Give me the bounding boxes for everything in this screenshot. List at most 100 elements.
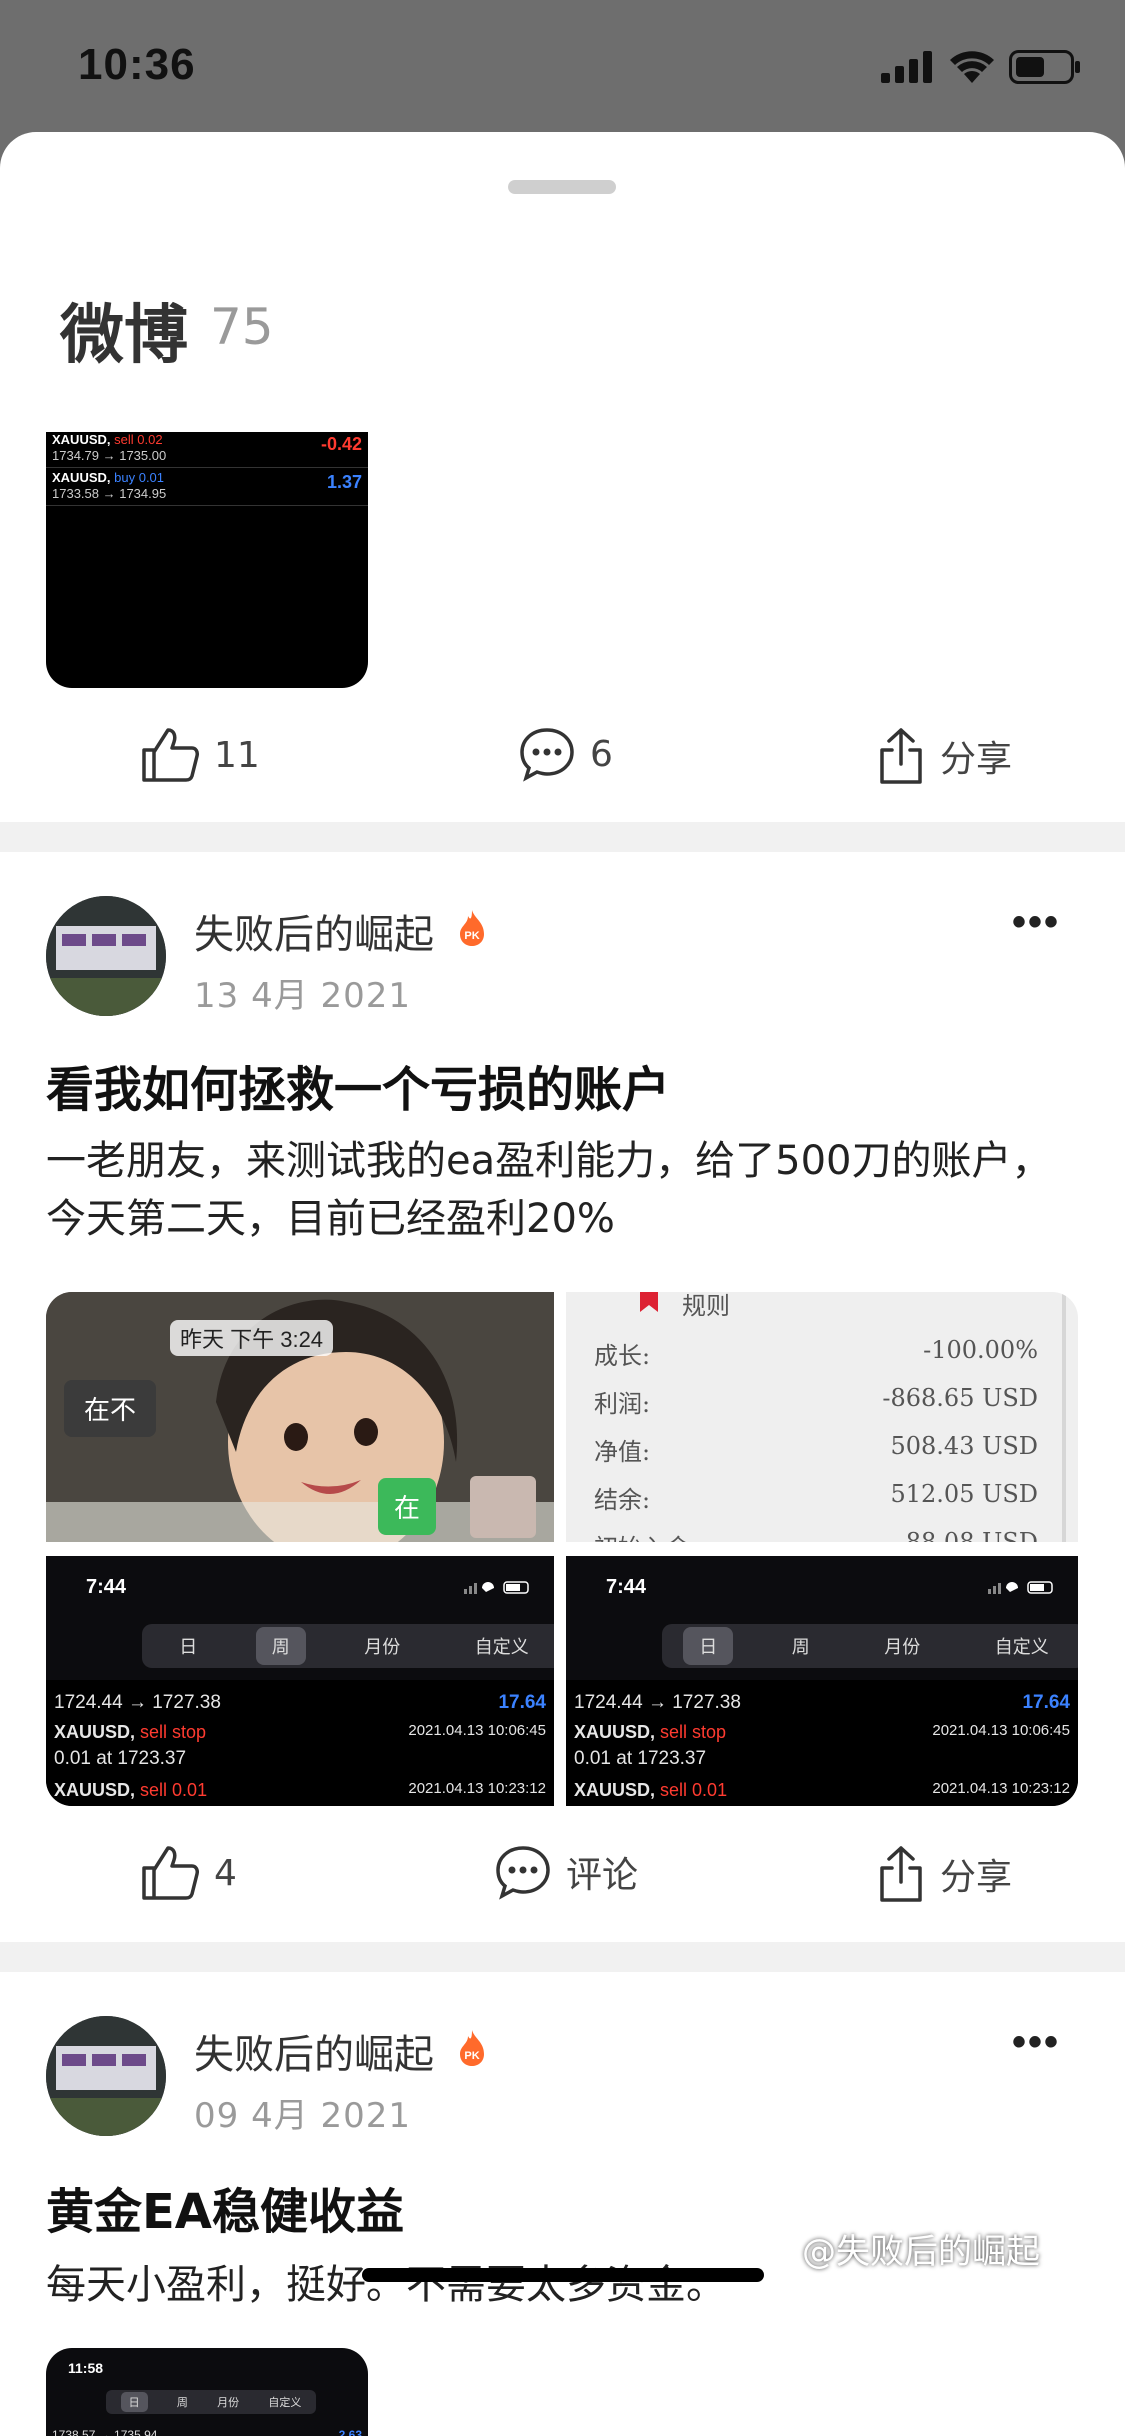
period-tabs: 日 周 月份 自定义	[106, 2390, 316, 2414]
chat-bubble-left: 在不	[64, 1380, 157, 1437]
trade-pnl: -0.42	[320, 434, 362, 454]
like-count: 11	[214, 734, 260, 776]
share-label: 分享	[940, 739, 1013, 780]
period-tabs: 日 周 月份 自定义	[142, 1624, 554, 1668]
trade-line: XAUUSD, sell stop 2021.04.13 10:06:45	[54, 1722, 546, 1742]
post-date: 09 4月 2021	[194, 2096, 412, 2136]
post-divider	[0, 822, 1125, 852]
battery-icon	[1009, 50, 1080, 84]
share-icon	[880, 1846, 922, 1902]
like-button[interactable]: 11	[140, 726, 260, 784]
sheet-count: 75	[210, 298, 274, 356]
trade-prices: 1734.79 → 1735.00	[52, 448, 167, 463]
author-name[interactable]: 失败后的崛起	[194, 2022, 434, 2080]
share-icon	[880, 728, 922, 784]
sheet-grabber[interactable]	[508, 180, 616, 194]
thumbs-up-icon	[142, 728, 199, 782]
fire-badge-icon: PK	[460, 910, 484, 946]
tab-week[interactable]: 周	[255, 1627, 306, 1665]
app-time: 11:58	[68, 2360, 104, 2376]
weibo-watermark: @失败后的崛起	[802, 2232, 1040, 2272]
trade-line: XAUUSD, sell 0.02	[52, 432, 163, 447]
tab-month[interactable]: 月份	[217, 2394, 239, 2410]
sheet-title: 微博	[60, 299, 188, 373]
bookmark-icon	[640, 1292, 658, 1312]
tab-custom[interactable]: 自定义	[459, 1627, 545, 1665]
post-image-chat-photo[interactable]: 昨天 下午 3:24 在不 在	[46, 1292, 554, 1542]
fire-badge-icon: PK	[460, 2030, 484, 2066]
avatar[interactable]	[46, 896, 166, 1016]
svg-text:PK: PK	[464, 2050, 479, 2062]
post-action-bar: 11 6 分享	[0, 704, 1125, 804]
trade-line: 1724.44 → 1727.38 17.64	[574, 1692, 1070, 1713]
post-date: 13 4月 2021	[194, 976, 412, 1016]
post-title: 看我如何拯救一个亏损的账户	[46, 1062, 671, 1118]
share-button[interactable]: 分享	[876, 1844, 1012, 1904]
avatar[interactable]	[46, 2016, 166, 2136]
chat-avatar	[470, 1476, 536, 1538]
stats-row: 利润: -868.65 USD	[594, 1384, 1038, 1418]
post-image-trade-history[interactable]: 7:44 日 周 月份 自定义 1724.44 → 1727.38 17.64 X…	[566, 1556, 1078, 1806]
trade-line: XAUUSD, sell 0.01 2021.04.13 10:23:12	[574, 1780, 1070, 1800]
comment-button[interactable]: 6	[518, 726, 613, 782]
app-status-icons	[988, 1580, 1058, 1594]
tab-day[interactable]: 日	[120, 2392, 148, 2412]
trade-prices: 1733.58 → 1734.95	[52, 486, 167, 501]
trade-line: 0.01 at 1723.37	[574, 1748, 707, 1769]
stats-row: 净值: 508.43 USD	[594, 1432, 1038, 1466]
tab-week[interactable]: 周	[776, 1627, 826, 1665]
share-label: 分享	[940, 1857, 1013, 1898]
tab-custom[interactable]: 自定义	[268, 2394, 301, 2410]
cellular-signal-icon	[881, 51, 932, 83]
trade-line: XAUUSD, sell 0.01 2021.04.13 10:23:12	[54, 1780, 546, 1800]
comment-icon	[496, 1846, 550, 1900]
tab-day[interactable]: 日	[683, 1627, 734, 1665]
trade-line: 0.01 at 1723.37	[54, 1748, 187, 1769]
tab-month[interactable]: 月份	[868, 1627, 936, 1665]
comment-icon	[520, 728, 574, 782]
trade-line: XAUUSD, buy 0.01	[52, 470, 165, 485]
status-icons	[881, 50, 1081, 84]
post-image-account-stats[interactable]: 规则 成长: -100.00% 利润: -868.65 USD 净值: 508.43 …	[566, 1292, 1078, 1542]
stats-header: 规则	[682, 1292, 730, 1320]
post-title: 黄金EA稳健收益	[46, 2184, 404, 2240]
trade-pnl: 1.37	[326, 472, 362, 492]
post-image-trade-history[interactable]: 11:58 日 周 月份 自定义 1738.57 → 1735.94 2.63	[46, 2348, 368, 2436]
stats-row: 初始入金:88.08 USD	[594, 1528, 1038, 1542]
post-action-bar: 4 评论 分享	[0, 1822, 1125, 1922]
thumbs-up-icon	[142, 1846, 199, 1900]
more-options-button[interactable]: •••	[1012, 2020, 1060, 2065]
trade-line: XAUUSD, sell stop 2021.04.13 10:06:45	[574, 1722, 1070, 1742]
tab-month[interactable]: 月份	[348, 1627, 416, 1665]
more-options-button[interactable]: •••	[1012, 900, 1060, 945]
comment-button[interactable]: 评论	[494, 1844, 638, 1900]
tab-day[interactable]: 日	[163, 1627, 213, 1665]
app-time: 7:44	[86, 1576, 127, 1598]
app-time: 7:44	[606, 1576, 647, 1598]
weibo-sheet: 微博 75 XAUUSD, sell 0.02 1734.79 → 1735.0…	[0, 132, 1125, 2436]
like-count: 4	[214, 1852, 237, 1894]
like-button[interactable]: 4	[140, 1844, 237, 1902]
tab-week[interactable]: 周	[177, 2394, 188, 2410]
chat-bubble-right: 在	[378, 1478, 437, 1535]
wifi-icon	[950, 51, 994, 83]
app-status-icons	[464, 1580, 534, 1594]
tab-custom[interactable]: 自定义	[979, 1627, 1065, 1665]
chat-timestamp: 昨天 下午 3:24	[170, 1320, 334, 1356]
comment-label: 评论	[566, 1855, 639, 1896]
status-bar: 10:36	[0, 0, 1125, 135]
trade-line: 1724.44 → 1727.38 17.64	[54, 1692, 546, 1713]
post-divider	[0, 1942, 1125, 1972]
stats-row: 成长: -100.00%	[594, 1336, 1038, 1370]
period-tabs: 日 周 月份 自定义	[662, 1624, 1078, 1668]
post-body: 一老朋友，来测试我的ea盈利能力，给了500刀的账户，今天第二天，目前已经盈利2…	[46, 1138, 1052, 1242]
comment-count: 6	[590, 733, 613, 775]
author-name[interactable]: 失败后的崛起	[194, 902, 434, 960]
status-time: 10:36	[78, 40, 196, 89]
trade-line: 1738.57 → 1735.94 2.63	[52, 2428, 362, 2436]
home-indicator[interactable]	[362, 2268, 764, 2282]
svg-text:PK: PK	[464, 930, 479, 942]
post-image-thumbnail[interactable]: XAUUSD, sell 0.02 1734.79 → 1735.00 -0.4…	[46, 432, 368, 688]
share-button[interactable]: 分享	[876, 726, 1012, 786]
post-image-trade-history[interactable]: 7:44 日 周 月份 自定义 1724.44 → 1727.38 17.64 X…	[46, 1556, 554, 1806]
